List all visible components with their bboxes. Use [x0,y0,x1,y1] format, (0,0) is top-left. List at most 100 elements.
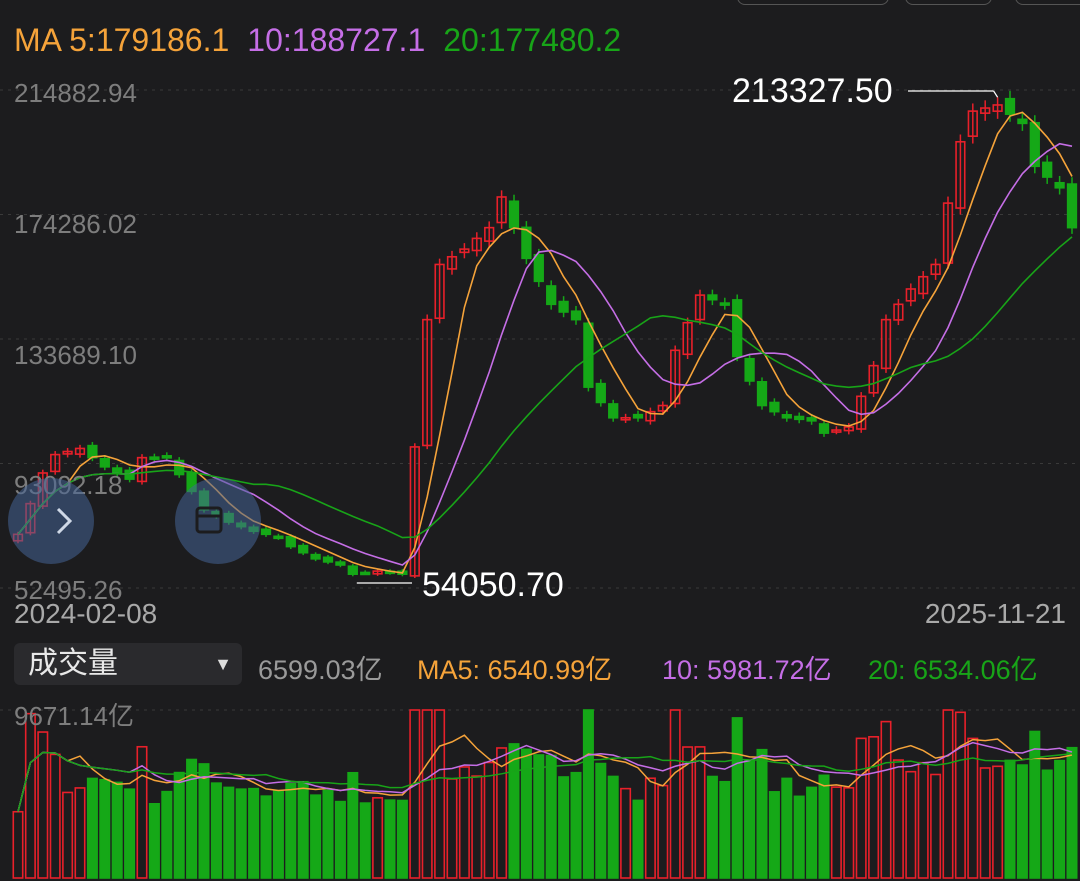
volume-bar-up [992,765,1004,879]
volume-bar-down [570,771,582,879]
candle-down [769,401,780,413]
volume-bar-down [396,799,408,879]
volume-bar-down [99,778,111,879]
volume-bar-up [855,737,867,879]
calendar-nav-button[interactable] [175,478,261,564]
volume-bar-up [843,787,855,879]
volume-bar-down [148,802,160,879]
volume-bar-up [446,778,458,879]
candle-down [1004,97,1016,115]
candle-down [273,535,284,540]
prev-nav-button[interactable] [8,478,94,564]
candle-down [310,553,321,560]
volume-indicator-dropdown[interactable]: 成交量 ▼ [14,643,242,685]
volume-bar-down [161,790,173,879]
candle-down [533,254,544,283]
candle-down [570,310,582,321]
volume-bar-up [917,761,929,879]
volume-bar-up [49,753,61,879]
candle-down [87,444,98,459]
volume-bar-down [186,758,198,879]
candle-down [260,528,272,536]
volume-axis-max: 9671.14亿 [14,701,134,731]
volume-bar-down [223,786,235,879]
volume-bar-down [719,780,731,879]
candle-down [608,403,619,419]
volume-bar-down [582,709,594,879]
volume-bar-down [173,771,185,879]
volume-ma5: MA5: 6540.99亿 [417,655,613,685]
volume-bar-down [285,782,297,879]
volume-bar-up [669,709,681,879]
volume-bar-up [954,711,966,879]
volume-bar-up [471,775,483,879]
candle-down [546,285,557,306]
volume-chart[interactable] [0,690,1080,881]
date-start: 2024-02-08 [14,598,158,629]
volume-bar-down [124,788,136,879]
candle-down [806,417,817,422]
candle-down [285,535,296,548]
volume-bar-down [533,754,545,879]
volume-bar-down [1004,759,1016,879]
calendar-icon [195,506,223,534]
candle-down [1017,118,1028,125]
volume-ma10: 10: 5981.72亿 [662,655,832,685]
volume-bar-up [62,791,74,879]
low-price-value: 54050.70 [422,566,564,604]
volume-bar-down [595,762,607,879]
candle-down [818,423,830,434]
price-axis-label-2: 174286.02 [14,209,137,239]
volume-bar-up [483,761,495,879]
volume-bar-down [260,795,272,879]
volume-bar-up [644,777,656,879]
candle-down [632,413,644,419]
candle-down [744,357,755,382]
candle-down [161,455,172,459]
candle-down [707,294,718,301]
volume-bar-down [706,775,718,879]
volume-bar-up [880,720,892,879]
candle-down [732,299,743,358]
candle-down [1042,161,1053,178]
volume-bar-up [434,709,446,879]
volume-indicator-label: 成交量 [28,647,118,680]
volume-bar-up [979,767,991,879]
volume-bar-up [868,736,880,879]
high-callout-pointer [993,90,999,98]
chevron-icon [56,507,73,535]
volume-bar-down [744,760,756,879]
volume-bar-down [1066,746,1078,879]
volume-bar-down [768,791,780,879]
volume-bar-up [657,784,669,879]
candle-down [794,415,805,421]
price-chart[interactable] [0,0,1080,600]
volume-bar-down [297,780,309,879]
candle-down [1066,183,1078,229]
volume-bar-down [632,799,644,879]
date-end: 2025-11-21 [924,598,1066,629]
candle-down [347,565,358,575]
candle-down [298,544,309,554]
volume-bar-up [74,787,86,879]
volume-bar-down [334,800,346,879]
volume-bar-down [235,788,247,879]
volume-bar-down [558,776,570,879]
candle-down [322,556,334,563]
volume-bar-down [1016,764,1028,879]
volume-bar-down [86,777,98,879]
volume-bar-up [496,747,508,879]
volume-bar-down [322,789,334,879]
volume-bar-up [12,810,24,879]
volume-bar-down [806,786,818,879]
volume-bar-down [210,782,222,879]
volume-bar-up [892,759,904,879]
volume-bar-down [1054,759,1066,879]
volume-bar-up [409,709,421,879]
volume-bar-down [756,748,768,879]
candle-down [508,200,520,229]
candle-down [335,561,346,566]
volume-bar-up [37,731,49,879]
candle-down [756,381,768,407]
volume-bar-down [781,777,793,879]
